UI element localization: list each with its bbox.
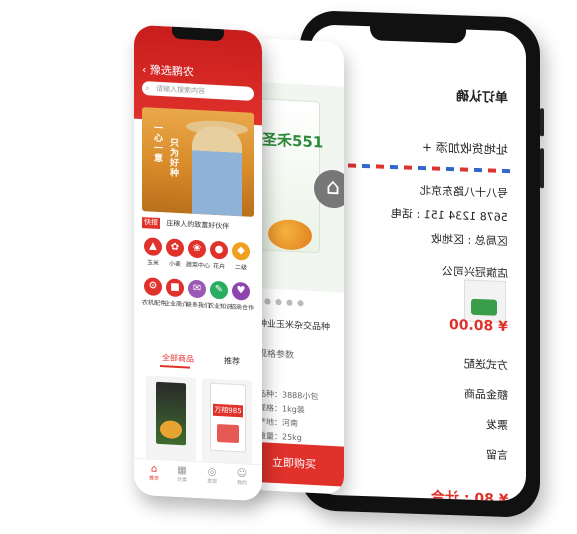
- nav-home[interactable]: ⌂ 首页: [142, 463, 166, 482]
- product-label: 万翔985: [213, 403, 243, 418]
- category-item[interactable]: ⚙ 农机配件: [142, 277, 167, 308]
- category-item[interactable]: ■ 企业简介: [164, 278, 189, 309]
- spec-line: 产地：河南: [258, 417, 298, 429]
- partner-icon: ♥: [232, 281, 250, 301]
- spec-line: 规格：1kg装: [258, 403, 305, 415]
- add-address-link[interactable]: 址地货收加添 +: [328, 135, 508, 158]
- product-card[interactable]: [146, 375, 196, 462]
- total-price: ¥ 80 : 计合: [430, 489, 508, 502]
- address-border: [320, 162, 516, 174]
- invoice-label: 票发: [486, 418, 508, 433]
- category-label: 蔬菜中心: [186, 261, 211, 270]
- tab-all-products[interactable]: 全部商品: [162, 352, 194, 365]
- app-title-text: 豫选鹏农: [149, 63, 194, 79]
- nav-discover[interactable]: ◎ 发现: [200, 466, 224, 485]
- product-thumbnail: [464, 279, 506, 324]
- phone-line: 5678 1234 151 : 话电: [391, 206, 508, 225]
- promo-banner[interactable]: 一心一意 只为好种: [142, 107, 254, 217]
- category-label: 小麦: [168, 260, 181, 269]
- spec-line: 品种：3888小包: [258, 389, 319, 402]
- category-label: 农机配件: [142, 299, 167, 308]
- category-label: 招商合作: [230, 303, 255, 312]
- category-grid-row-1: ▲ 玉米 ✿ 小麦 ❀ 蔬菜中心 ● 花卉 ◆ 二级: [142, 237, 254, 272]
- machine-icon: ⚙: [144, 277, 162, 297]
- category-label: 联系我们: [186, 301, 211, 310]
- category-item[interactable]: ❀ 蔬菜中心: [186, 239, 211, 270]
- area-line: 区局总 : 区地收: [431, 232, 508, 249]
- product-tabs: 全部商品 推荐: [142, 347, 254, 373]
- shop-name: 店旗冠兴司公: [442, 264, 508, 281]
- search-placeholder: 请输入搜索内容: [156, 84, 205, 96]
- category-item[interactable]: ♥ 招商合作: [230, 281, 255, 312]
- search-icon: ⌕: [145, 83, 150, 93]
- product-description: 种业玉米杂交品种: [258, 319, 331, 333]
- carousel-dots: ●●●●: [264, 296, 308, 308]
- nav-label: 我的: [236, 480, 247, 487]
- product-image: [156, 381, 186, 446]
- product-image: 万翔985: [210, 382, 246, 453]
- back-icon[interactable]: ‹: [142, 63, 146, 76]
- category-grid-row-2: ⚙ 农机配件 ■ 企业简介 ✉ 联系我们 ✎ 农业知识 ♥ 招商合作: [142, 277, 254, 312]
- corn-icon: ▲: [144, 237, 162, 257]
- spec-line: 重量：25kg: [258, 431, 302, 443]
- banner-slogan: 一心一意: [154, 123, 164, 165]
- product-brand: 圣禾551: [262, 130, 324, 152]
- company-icon: ■: [166, 278, 184, 298]
- delivery-label: 方式送配: [464, 357, 508, 373]
- news-text: 庄稼人的致富好伙伴: [166, 219, 230, 231]
- category-item[interactable]: ✎ 农业知识: [208, 280, 233, 311]
- app-title: ‹ 豫选鹏农: [142, 61, 194, 80]
- message-label: 言留: [486, 448, 508, 463]
- address-line: 号八十八路东京北: [420, 184, 508, 201]
- nav-category[interactable]: ▦ 分类: [170, 465, 194, 484]
- nav-label: 首页: [148, 475, 159, 482]
- category-item[interactable]: ▲ 玉米: [142, 237, 164, 267]
- front-phone: ‹ 豫选鹏农 ⌕ 请输入搜索内容 一心一意 只为好种 快报 庄稼人的致富好伙伴 …: [134, 24, 262, 502]
- tab-recommend[interactable]: 推荐: [224, 355, 240, 367]
- contact-icon: ✉: [188, 279, 206, 299]
- wheat-icon: ✿: [166, 238, 184, 258]
- vegetable-icon: ❀: [188, 239, 206, 259]
- category-item[interactable]: ◆ 二级: [230, 241, 252, 272]
- goods-amount-label: 额金品商: [464, 387, 508, 403]
- bottom-navigation: ⌂ 首页 ▦ 分类 ◎ 发现 ☺ 我的: [134, 457, 262, 502]
- product-card[interactable]: 万翔985: [202, 378, 252, 465]
- volume-button: [540, 108, 544, 137]
- category-item[interactable]: ✿ 小麦: [164, 238, 186, 268]
- category-label: 农业知识: [208, 302, 233, 311]
- category-label: 企业简介: [164, 300, 189, 309]
- category-label: 花卉: [212, 262, 225, 271]
- params-title: 规格参数: [258, 349, 295, 362]
- category-label: 二级: [234, 263, 247, 272]
- tag-icon: ◆: [232, 241, 250, 261]
- side-button: [540, 148, 544, 189]
- nav-label: 分类: [176, 476, 187, 484]
- farmer-image: [192, 125, 242, 217]
- news-ticker[interactable]: 快报 庄稼人的致富好伙伴: [142, 215, 254, 235]
- category-label: 玉米: [146, 259, 159, 267]
- news-tag: 快报: [142, 217, 160, 230]
- banner-slogan: 只为好种: [170, 138, 180, 180]
- flower-icon: ●: [210, 240, 228, 260]
- nav-label: 发现: [206, 478, 217, 485]
- knowledge-icon: ✎: [210, 280, 228, 300]
- category-item[interactable]: ✉ 联系我们: [186, 279, 211, 310]
- phone-notch: [370, 22, 466, 44]
- order-title: 单订认确: [455, 89, 508, 107]
- active-tab-indicator: [160, 365, 190, 369]
- category-item[interactable]: ● 花卉: [208, 240, 230, 271]
- nav-profile[interactable]: ☺ 我的: [230, 468, 254, 487]
